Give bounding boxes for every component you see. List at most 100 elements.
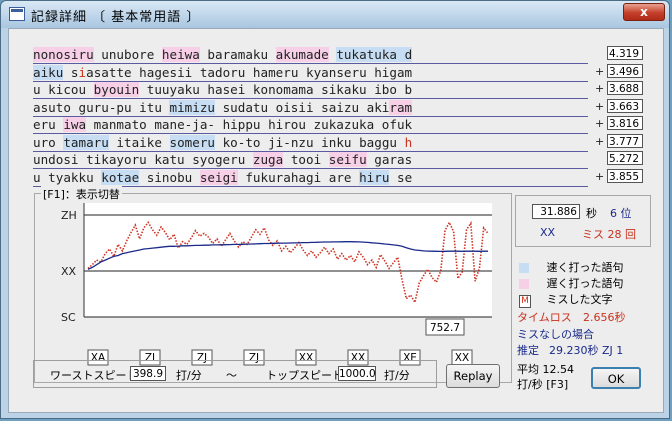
range-tilde: ～: [226, 369, 237, 382]
time-unit: 秒: [586, 207, 597, 220]
title-bar[interactable]: 記録詳細 〔 基本常用語 〕 x: [1, 1, 669, 28]
segment: baramaku: [199, 47, 276, 62]
typed-line: asuto guru-pu itu mimizu sudatu oisii sa…: [33, 99, 588, 117]
typed-line: u tyakku kotae sinobu seigi fukurahagi a…: [33, 169, 588, 187]
miss-count: ミス 28 回: [582, 226, 636, 242]
segment: manmato mane-ja- hippu hirou zukazuka of…: [86, 117, 413, 132]
line-score: 5.272: [607, 151, 643, 165]
top-speed-label: トップスピード: [266, 369, 343, 382]
time-rank-group: 31.886 秒 6 位 XX ミス 28 回: [515, 195, 651, 247]
segment: eru: [33, 117, 64, 132]
line-score-prefix: +: [595, 82, 605, 95]
legend-slow-label: 遅く打った語句: [546, 277, 624, 290]
legend-fast: 速く打った語句: [519, 259, 624, 275]
line-score: 4.319: [607, 46, 643, 60]
top-speed-value: 1000.0: [338, 366, 376, 381]
ok-button[interactable]: OK: [591, 367, 641, 389]
line-score: 3.688: [607, 81, 643, 95]
speed-summary-bar: ワーストスピード 398.9 打/分 ～ トップスピード 1000.0 打/分: [33, 360, 437, 388]
typed-line: aiku siasatte hagesii tadoru hameru kyan…: [33, 64, 588, 82]
segment: undosi tikayoru katu syogeru: [33, 152, 253, 167]
segment-fast: tukatuka d: [336, 47, 413, 62]
miss-count-unit: 回: [625, 228, 636, 241]
plot-background: [84, 203, 492, 317]
segment-fast: someru: [169, 134, 216, 150]
segment-slow: ram: [389, 99, 413, 115]
segment: ko-to ji-nzu inku baggu: [215, 134, 405, 150]
line-score: 3.496: [607, 63, 643, 78]
no-miss-label: ミスなしの場合: [517, 328, 594, 341]
segment: itaike: [108, 134, 170, 150]
typed-line: eru iwa manmato mane-ja- hippu hirou zuk…: [33, 116, 588, 134]
replay-button[interactable]: Replay: [446, 364, 500, 388]
line-score: 3.663: [607, 98, 643, 113]
segment-slow: heiwa: [161, 47, 200, 62]
segment-slow: zuga: [252, 152, 284, 167]
segment-slow: iwa: [63, 117, 87, 132]
rank-label: XX: [455, 352, 469, 364]
chart-readout: 752.7: [430, 322, 460, 334]
segment: fukurahagi are: [237, 169, 360, 185]
line-score-prefix: +: [595, 64, 605, 78]
close-button[interactable]: x: [623, 3, 665, 21]
rank-label: XX: [540, 226, 556, 239]
miss-count-value: 28: [607, 228, 622, 241]
segment: asuto guru-pu itu: [33, 99, 170, 115]
line-score: 3.855: [607, 168, 643, 183]
y-tick-label: SC: [61, 311, 76, 324]
segment: tooi: [283, 152, 329, 167]
y-tick-label: ZH: [61, 209, 77, 222]
worst-speed-label: ワーストスピード: [50, 369, 138, 382]
miss-swatch: M: [519, 295, 531, 308]
fast-swatch: [519, 263, 529, 273]
typed-line: u kicou byouin tuuyaku hasei konomama si…: [33, 81, 588, 99]
miss-count-label: ミス: [582, 228, 604, 241]
segment-miss: h: [404, 134, 413, 150]
segment: asatte hagesii tadoru hameru kyanseru hi…: [86, 64, 413, 80]
segment: u tyakku: [33, 169, 102, 185]
dialog-body: nonosiru unubore heiwa baramaku akumade …: [8, 28, 664, 413]
legend-fast-label: 速く打った語句: [546, 261, 624, 274]
line-score-prefix: +: [595, 169, 605, 183]
segment-slow: byouin: [93, 82, 140, 97]
typed-line: undosi tikayoru katu syogeru zuga tooi s…: [33, 151, 588, 169]
segment: garas: [366, 152, 413, 167]
record-detail-window: 記録詳細 〔 基本常用語 〕 x nonosiru unubore heiwa …: [0, 0, 670, 419]
segment: unubore: [93, 47, 162, 62]
segment: u kicou: [33, 82, 94, 97]
segment: s: [63, 64, 79, 80]
segment-fast: aiku: [33, 64, 64, 80]
no-miss-estimate-label: 推定: [517, 344, 539, 357]
worst-speed-unit: 打/分: [176, 369, 202, 382]
segment-miss: i: [78, 64, 87, 80]
average-speed: 平均 12.54: [517, 363, 574, 376]
segment-fast: tamaru: [63, 134, 109, 150]
line-score-prefix: +: [595, 99, 605, 113]
segment: se: [389, 169, 413, 185]
line-score-prefix: +: [595, 117, 605, 130]
y-tick-label: XX: [61, 265, 77, 278]
time-loss-value: 2.656秒: [583, 311, 626, 324]
typed-line: nonosiru unubore heiwa baramaku akumade …: [33, 46, 588, 64]
window-icon: [9, 7, 25, 21]
segment: uro: [33, 134, 64, 150]
legend-miss-label: ミスした文字: [546, 293, 613, 306]
segment-slow: nonosiru: [33, 47, 94, 62]
worst-speed-value: 398.9: [130, 366, 166, 381]
average-speed-unit: 打/秒 [F3]: [517, 378, 569, 391]
line-score-prefix: +: [595, 134, 605, 148]
segment: sudatu oisii saizu aki: [214, 99, 390, 115]
line-score: 3.777: [607, 133, 643, 148]
segment-slow: seifu: [328, 152, 367, 167]
window-title: 記録詳細 〔 基本常用語 〕: [31, 10, 201, 25]
segment-fast: mimizu: [169, 99, 215, 115]
typed-line: uro tamaru itaike someru ko-to ji-nzu in…: [33, 134, 588, 152]
segment-fast: kotae: [101, 169, 140, 185]
legend-miss: M ミスした文字: [519, 291, 613, 308]
rank-position: 6 位: [610, 207, 632, 220]
no-miss-estimate-value: 29.230秒 ZJ 1: [549, 344, 624, 357]
segment-slow: seigi: [199, 169, 238, 185]
legend-slow: 遅く打った語句: [519, 275, 624, 291]
line-score: 3.816: [607, 116, 643, 130]
segment: tuuyaku hasei konomama sikaku ibo b: [139, 82, 413, 97]
